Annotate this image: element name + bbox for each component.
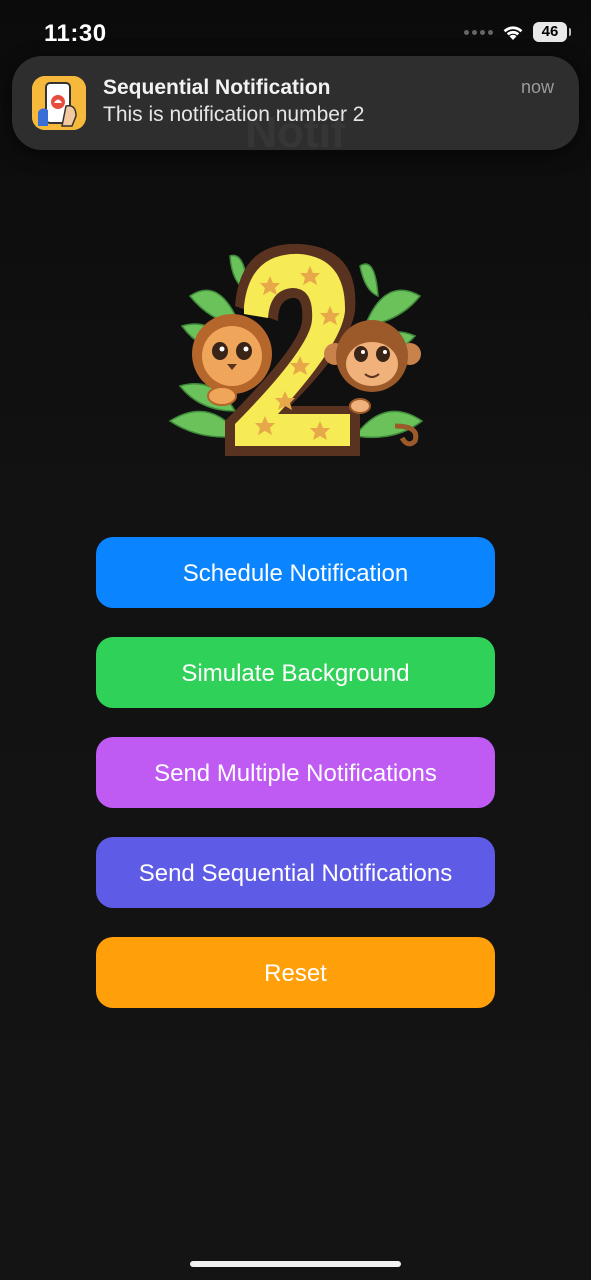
wifi-icon (503, 26, 523, 40)
schedule-notification-button[interactable]: Schedule Notification (96, 537, 495, 608)
status-time: 11:30 (44, 20, 107, 47)
notification-title: Sequential Notification (103, 76, 331, 99)
notification-body: This is notification number 2 (103, 103, 365, 126)
battery-icon: 46 (533, 22, 571, 42)
home-indicator[interactable] (190, 1261, 401, 1267)
notification-time: now (520, 77, 554, 97)
notification-app-icon (32, 76, 86, 130)
send-sequential-notifications-button[interactable]: Send Sequential Notifications (96, 837, 495, 908)
app-screen: 11:30 46 Notif Sequent (0, 0, 591, 1280)
simulate-background-button[interactable]: Simulate Background (96, 637, 495, 708)
notification-banner[interactable]: Sequential Notification This is notifica… (12, 56, 579, 150)
send-multiple-notifications-button[interactable]: Send Multiple Notifications (96, 737, 495, 808)
number-two-jungle-illustration (168, 243, 424, 456)
reset-button[interactable]: Reset (96, 937, 495, 1008)
cellular-signal-icon (464, 29, 493, 35)
status-icons: 46 (464, 22, 571, 42)
